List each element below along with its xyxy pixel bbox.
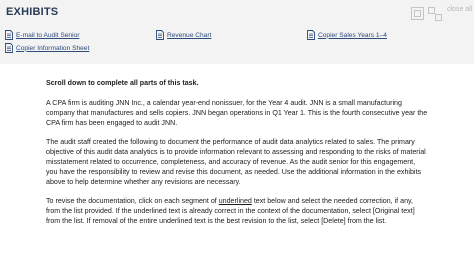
intro-paragraph: A CPA firm is auditing JNN Inc., a calen… — [46, 99, 428, 127]
document-icon — [307, 30, 315, 40]
exhibit-link-copier-info[interactable]: Copier Information Sheet — [5, 43, 89, 53]
close-all-button[interactable]: close all — [447, 5, 474, 14]
revision-instructions: To revise the documentation, click on ea… — [46, 196, 428, 226]
exhibits-title: EXHIBITS — [6, 6, 59, 18]
document-icon — [156, 30, 164, 40]
restore-icon[interactable] — [411, 7, 424, 25]
underlined-word: underlined — [218, 197, 252, 205]
document-icon — [5, 43, 13, 53]
tile-windows-icon[interactable] — [428, 7, 442, 26]
exhibit-link-email[interactable]: E-mail to Audit Senior — [5, 30, 79, 40]
instruction-text: To revise the documentation, click on ea… — [46, 197, 219, 205]
scroll-instruction: Scroll down to complete all parts of thi… — [46, 79, 199, 87]
exhibit-label[interactable]: Revenue Chart — [167, 32, 211, 39]
exhibits-header: EXHIBITS close all E-mail to Audit Senio… — [0, 0, 474, 64]
exhibit-label[interactable]: Copier Information Sheet — [16, 45, 89, 52]
document-icon — [5, 30, 13, 40]
exhibit-link-copier-sales[interactable]: Copier Sales Years 1–4 — [307, 30, 387, 40]
task-content: Scroll down to complete all parts of thi… — [46, 78, 428, 235]
exhibit-link-revenue-chart[interactable]: Revenue Chart — [156, 30, 211, 40]
objective-paragraph: The audit staff created the following to… — [46, 138, 426, 186]
exhibit-label[interactable]: Copier Sales Years 1–4 — [318, 32, 387, 39]
exhibit-label[interactable]: E-mail to Audit Senior — [16, 32, 79, 39]
